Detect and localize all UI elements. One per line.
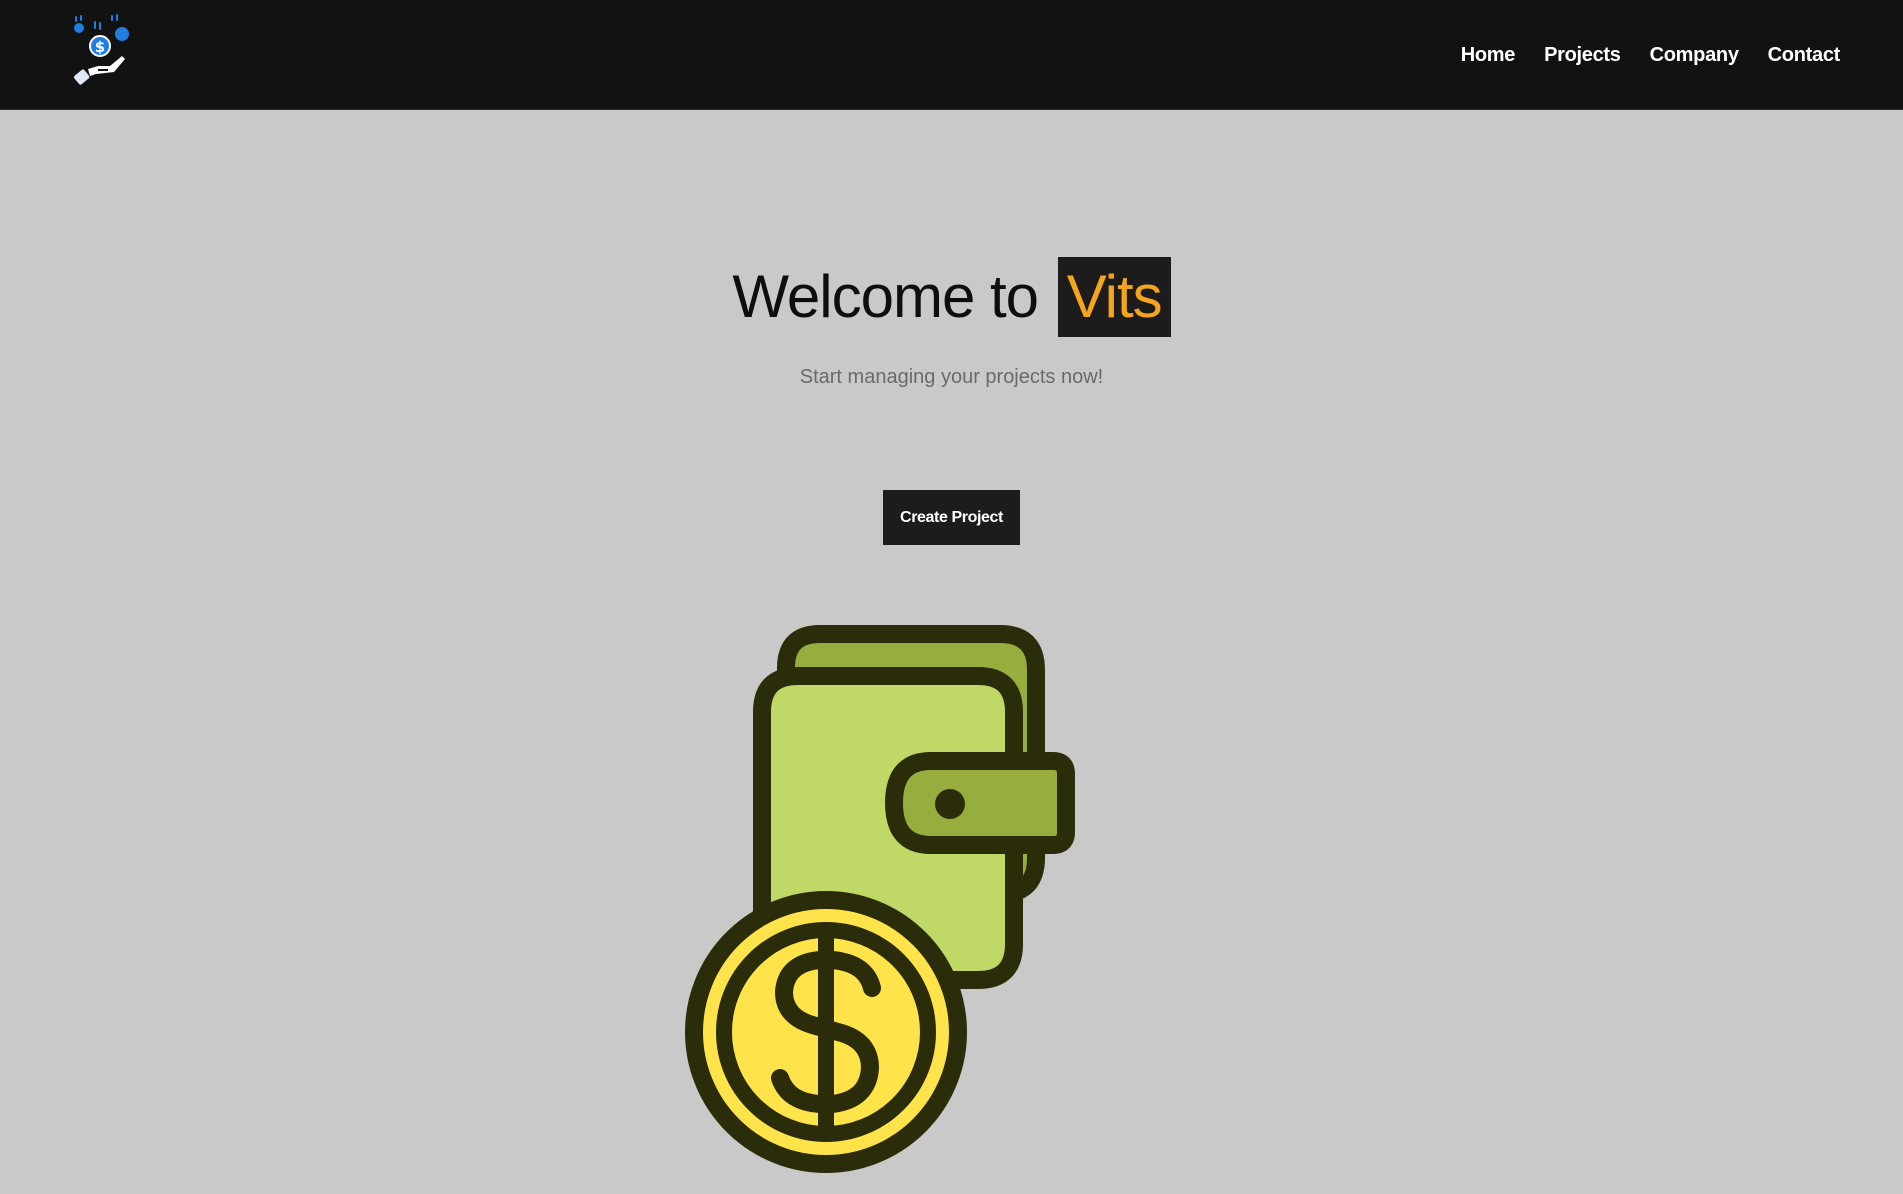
hand-coins-icon[interactable]: $ <box>70 14 134 90</box>
page-title: Welcome to Vits <box>0 257 1903 337</box>
nav-home-link[interactable]: Home <box>1461 40 1516 70</box>
hero-subtitle: Start managing your projects now! <box>799 366 1104 388</box>
brand-name-badge: Vits <box>1057 257 1171 337</box>
wallet-with-dollar-coin-icon <box>680 618 1220 1189</box>
nav-contact-link[interactable]: Contact <box>1768 40 1841 70</box>
nav-projects-link[interactable]: Projects <box>1544 40 1621 70</box>
main-nav: Home Projects Company Contact <box>1432 40 1841 70</box>
svg-text:$: $ <box>95 38 105 56</box>
top-navbar: $ Home Projects Company Contact <box>0 0 1903 110</box>
create-project-button[interactable]: Create Project <box>883 490 1020 545</box>
title-prefix: Welcome to <box>732 263 1039 330</box>
nav-company-link[interactable]: Company <box>1650 40 1739 70</box>
